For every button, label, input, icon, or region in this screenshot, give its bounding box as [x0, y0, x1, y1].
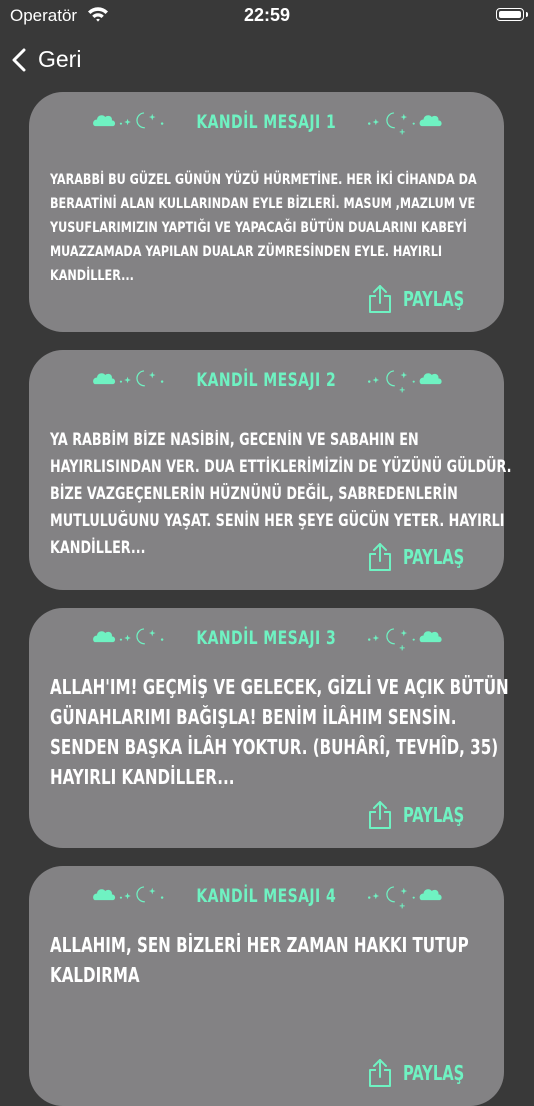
share-button[interactable]: PAYLAŞ: [367, 800, 478, 830]
share-label: PAYLAŞ: [403, 1061, 465, 1085]
share-icon: [369, 801, 392, 829]
card-header: KANDİL MESAJI 1: [29, 108, 504, 136]
card-message: YA RABBİM BİZE NASİBİN, GECENİN VE SABAH…: [50, 430, 512, 557]
cloud-moon-decoration-icon: [367, 112, 442, 135]
card-title: KANDİL MESAJI 3: [196, 627, 337, 649]
status-bar: Operatör 22:59: [0, 0, 534, 34]
share-icon: [369, 285, 392, 313]
card-message: ALLAH'IM! GEÇMİŞ VE GELECEK, GİZLİ VE AÇ…: [50, 675, 509, 789]
share-button[interactable]: PAYLAŞ: [367, 1058, 478, 1088]
card-title: KANDİL MESAJI 4: [196, 885, 337, 907]
message-card-4: KANDİL MESAJI 4 ALLAHIM, SEN BİZLERİ HER…: [29, 866, 504, 1106]
cloud-moon-decoration-icon: [92, 886, 165, 903]
cloud-moon-decoration-icon: [367, 370, 442, 393]
share-button[interactable]: PAYLAŞ: [367, 284, 478, 314]
share-icon: [369, 543, 392, 571]
share-button[interactable]: PAYLAŞ: [367, 542, 478, 572]
cloud-moon-decoration-icon: [367, 886, 442, 909]
status-time: 22:59: [243, 5, 291, 25]
card-header: KANDİL MESAJI 3: [29, 624, 504, 652]
message-card-2: KANDİL MESAJI 2 YA RABBİM BİZE NASİBİN, …: [29, 350, 511, 590]
back-label: Geri: [38, 46, 82, 72]
share-label: PAYLAŞ: [403, 545, 465, 569]
share-icon: [369, 1059, 392, 1087]
share-label: PAYLAŞ: [403, 287, 465, 311]
card-message: YARABBİ BU GÜZEL GÜNÜN YÜZÜ HÜRMETİNE. H…: [50, 172, 477, 284]
cloud-moon-decoration-icon: [367, 628, 442, 651]
card-header: KANDİL MESAJI 2: [29, 366, 504, 394]
message-card-3: KANDİL MESAJI 3 ALLAH'IM! GEÇMİŞ VE GELE…: [29, 608, 509, 848]
cloud-moon-decoration-icon: [92, 628, 165, 645]
navigation-bar: Geri: [0, 40, 200, 80]
back-button[interactable]: Geri: [12, 46, 81, 73]
card-title: KANDİL MESAJI 2: [196, 369, 337, 391]
cloud-moon-decoration-icon: [92, 370, 165, 387]
card-header: KANDİL MESAJI 4: [29, 882, 504, 910]
card-message: ALLAHIM, SEN BİZLERİ HER ZAMAN HAKKI TUT…: [50, 933, 469, 987]
battery-icon: [496, 8, 528, 21]
chevron-left-icon: [12, 48, 26, 71]
message-card-1: KANDİL MESAJI 1 YARABBİ BU GÜZEL GÜNÜN Y…: [29, 92, 504, 332]
cloud-moon-decoration-icon: [92, 112, 165, 129]
card-title: KANDİL MESAJI 1: [196, 111, 337, 133]
share-label: PAYLAŞ: [403, 803, 465, 827]
